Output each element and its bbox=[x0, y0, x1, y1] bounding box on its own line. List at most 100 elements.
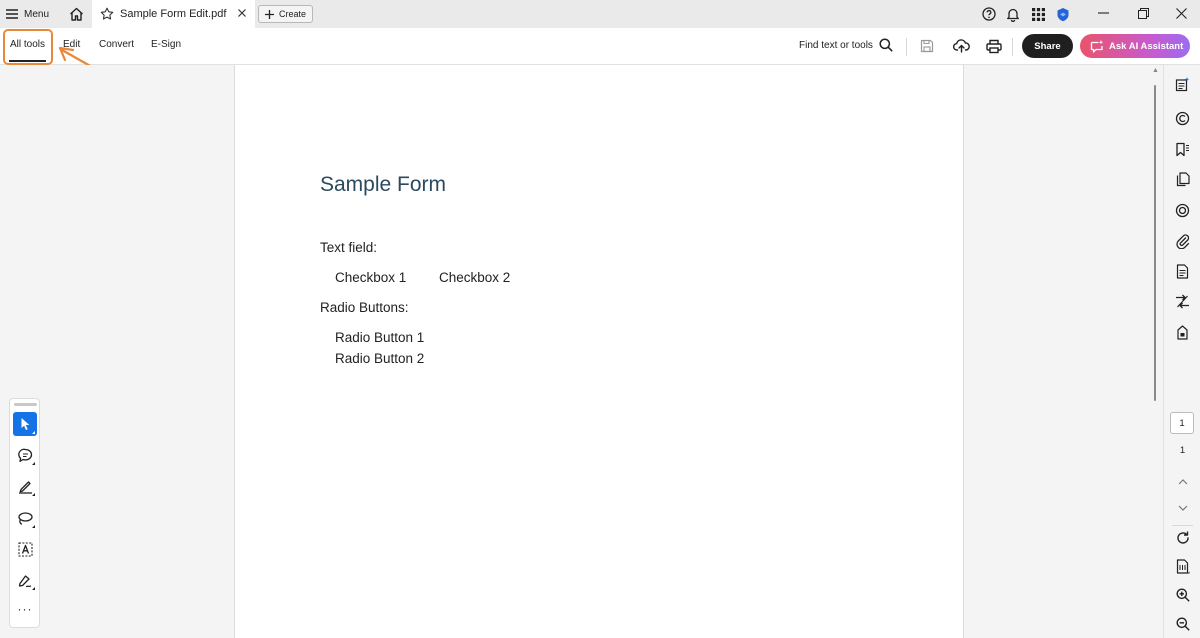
bell-icon bbox=[1007, 8, 1019, 22]
document-properties-icon bbox=[1176, 264, 1189, 279]
document-properties-button[interactable] bbox=[1174, 263, 1191, 280]
star-icon[interactable] bbox=[100, 7, 114, 21]
zoom-in-icon bbox=[1176, 588, 1190, 602]
annotation-highlight-box bbox=[3, 29, 53, 65]
share-button[interactable]: Share bbox=[1022, 34, 1073, 58]
menu-label: Menu bbox=[24, 8, 50, 20]
scroll-up-arrow-icon[interactable]: ▲ bbox=[1152, 67, 1159, 74]
comment-icon bbox=[17, 448, 32, 462]
tab-edit[interactable]: Edit bbox=[63, 39, 80, 50]
plus-icon bbox=[265, 9, 274, 19]
apps-button[interactable] bbox=[1030, 6, 1046, 22]
find-text-or-tools[interactable]: Find text or tools bbox=[799, 38, 893, 52]
print-icon bbox=[986, 39, 1002, 53]
chevron-down-icon bbox=[1178, 505, 1187, 511]
close-icon[interactable] bbox=[237, 8, 247, 18]
apps-grid-icon bbox=[1031, 7, 1045, 21]
cursor-icon bbox=[21, 418, 29, 430]
rail-divider bbox=[1172, 525, 1193, 526]
rotate-button[interactable] bbox=[1174, 529, 1191, 546]
ask-ai-assistant-button[interactable]: Ask AI Assistant bbox=[1080, 34, 1190, 58]
main-toolbar: All tools Edit Convert E-Sign Find text … bbox=[0, 28, 1200, 65]
export-pdf-button[interactable] bbox=[1174, 110, 1191, 127]
toolbar-divider bbox=[1012, 38, 1013, 56]
radio-button-1-label: Radio Button 1 bbox=[335, 330, 425, 345]
export-pdf-icon bbox=[1175, 111, 1190, 126]
save-icon bbox=[920, 39, 934, 53]
comment-tool-button[interactable] bbox=[13, 443, 37, 467]
radio-buttons-label: Radio Buttons: bbox=[320, 300, 409, 315]
attachments-button[interactable] bbox=[1174, 233, 1191, 250]
previous-page-button[interactable] bbox=[1174, 473, 1191, 490]
tool-options-indicator bbox=[32, 431, 35, 434]
quick-tools-drag-handle[interactable] bbox=[14, 403, 37, 406]
window-close-button[interactable] bbox=[1166, 4, 1196, 22]
search-icon bbox=[879, 38, 893, 52]
select-tool-button[interactable] bbox=[13, 412, 37, 436]
create-label: Create bbox=[279, 9, 307, 19]
print-button[interactable] bbox=[985, 37, 1003, 55]
document-tab[interactable]: Sample Form Edit.pdf bbox=[92, 0, 255, 28]
current-page-input[interactable]: 1 bbox=[1170, 412, 1194, 434]
upload-cloud-icon bbox=[952, 39, 970, 53]
attachment-icon bbox=[1175, 234, 1189, 249]
highlight-pen-icon bbox=[18, 480, 32, 494]
pdf-page[interactable]: Sample Form Text field: Checkbox 1 Check… bbox=[234, 65, 964, 638]
document-title: Sample Form bbox=[320, 173, 447, 196]
vertical-scrollbar[interactable]: ▲ bbox=[1149, 65, 1163, 638]
total-pages: 1 bbox=[1179, 445, 1186, 456]
sign-pen-icon bbox=[18, 574, 32, 587]
share-label: Share bbox=[1034, 40, 1061, 52]
layers-icon bbox=[1175, 203, 1190, 218]
protect-button[interactable] bbox=[1174, 324, 1191, 341]
page-fit-icon bbox=[1176, 559, 1189, 574]
menu-button[interactable]: Menu bbox=[6, 4, 49, 24]
lock-icon bbox=[1177, 325, 1188, 340]
ai-label: Ask AI Assistant bbox=[1109, 40, 1184, 52]
title-bar: Menu Sample Form Edit.pdf Create bbox=[0, 0, 1200, 28]
chevron-up-icon bbox=[1178, 478, 1187, 484]
home-button[interactable] bbox=[66, 4, 86, 24]
notifications-button[interactable] bbox=[1005, 6, 1021, 22]
zoom-in-button[interactable] bbox=[1174, 586, 1191, 603]
restore-button[interactable] bbox=[1128, 4, 1158, 22]
checkbox-2-label: Checkbox 2 bbox=[439, 270, 511, 285]
save-button[interactable] bbox=[918, 37, 936, 55]
pages-icon bbox=[1176, 172, 1190, 187]
pages-button[interactable] bbox=[1174, 171, 1191, 188]
restore-icon bbox=[1137, 7, 1149, 19]
tab-convert[interactable]: Convert bbox=[99, 39, 134, 50]
tab-title: Sample Form Edit.pdf bbox=[120, 8, 227, 20]
page-fit-button[interactable] bbox=[1174, 558, 1191, 575]
next-page-button[interactable] bbox=[1174, 499, 1191, 516]
right-rail: 1 1 bbox=[1163, 65, 1200, 638]
home-icon bbox=[69, 7, 83, 21]
compare-icon bbox=[1176, 294, 1189, 309]
account-button[interactable] bbox=[1055, 6, 1071, 22]
tab-e-sign[interactable]: E-Sign bbox=[151, 39, 181, 50]
text-box-tool-button[interactable] bbox=[13, 537, 37, 561]
layers-button[interactable] bbox=[1174, 202, 1191, 219]
comment-panel-button[interactable] bbox=[1174, 76, 1191, 93]
text-box-icon bbox=[17, 541, 33, 557]
radio-button-2-label: Radio Button 2 bbox=[335, 351, 425, 366]
hamburger-icon bbox=[6, 9, 18, 19]
minimize-icon bbox=[1097, 12, 1109, 14]
upload-button[interactable] bbox=[952, 37, 970, 55]
scrollbar-thumb[interactable] bbox=[1154, 85, 1156, 401]
sign-tool-button[interactable] bbox=[13, 568, 37, 592]
ai-chat-icon bbox=[1090, 39, 1104, 53]
text-field-label: Text field: bbox=[320, 240, 378, 255]
more-tools-button[interactable]: ··· bbox=[13, 602, 37, 616]
highlight-tool-button[interactable] bbox=[13, 474, 37, 498]
draw-tool-button[interactable] bbox=[13, 506, 37, 530]
zoom-out-button[interactable] bbox=[1174, 615, 1191, 632]
help-button[interactable] bbox=[981, 6, 997, 22]
compare-button[interactable] bbox=[1174, 293, 1191, 310]
lasso-icon bbox=[18, 511, 33, 525]
toolbar-divider bbox=[906, 38, 907, 56]
minimize-button[interactable] bbox=[1088, 4, 1118, 22]
rotate-icon bbox=[1176, 531, 1189, 544]
create-button[interactable]: Create bbox=[258, 5, 314, 23]
bookmarks-button[interactable] bbox=[1174, 141, 1191, 158]
